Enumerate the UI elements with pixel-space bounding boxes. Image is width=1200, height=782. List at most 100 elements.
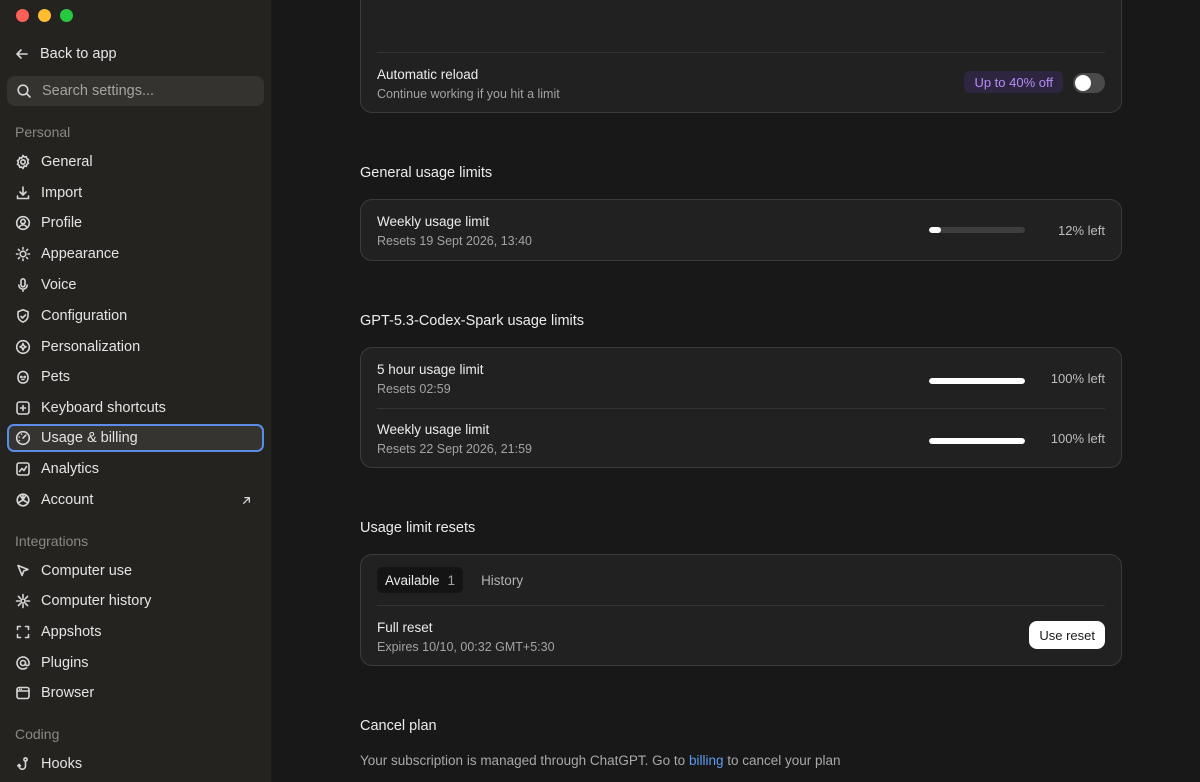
sidebar-item-analytics[interactable]: Analytics	[7, 455, 264, 483]
divider	[377, 52, 1105, 53]
cancel-text-before: Your subscription is managed through Cha…	[360, 753, 689, 768]
sidebar-item-plugins[interactable]: Plugins	[7, 649, 264, 677]
progress-fill	[929, 227, 941, 233]
resets-tabs: Available 1 History	[377, 567, 531, 593]
sidebar-item-account[interactable]: Account	[7, 486, 264, 514]
reset-expiry: Expires 10/10, 00:32 GMT+5:30	[377, 640, 555, 654]
settings-content: Automatic reload Continue working if you…	[272, 0, 1200, 782]
gear-icon	[15, 154, 31, 170]
microphone-icon	[15, 277, 31, 293]
minimize-window-button[interactable]	[38, 9, 51, 22]
sidebar-item-pets[interactable]: Pets	[7, 363, 264, 391]
keyboard-icon	[15, 400, 31, 416]
usage-progress-bar	[929, 378, 1025, 384]
sidebar-item-label: Analytics	[41, 461, 100, 477]
spark-limits-heading: GPT-5.3-Codex-Spark usage limits	[360, 313, 585, 329]
sidebar-item-label: Import	[41, 185, 83, 201]
progress-fill	[929, 438, 1025, 444]
limit-reset-time: Resets 19 Sept 2026, 13:40	[377, 234, 532, 248]
sidebar-item-usage-billing[interactable]: Usage & billing	[7, 424, 264, 452]
sidebar-item-keyboard-shortcuts[interactable]: Keyboard shortcuts	[7, 394, 264, 422]
burst-icon	[15, 593, 31, 609]
billing-link[interactable]: billing	[689, 753, 724, 768]
at-icon	[15, 655, 31, 671]
sidebar-item-label: Appearance	[41, 246, 120, 262]
back-label: Back to app	[40, 46, 117, 62]
sidebar-item-configuration[interactable]: Configuration	[7, 302, 264, 330]
auto-reload-card: Automatic reload Continue working if you…	[360, 0, 1122, 113]
reset-item-row: Full reset Expires 10/10, 00:32 GMT+5:30	[377, 620, 1105, 654]
sidebar-item-label: Browser	[41, 685, 95, 701]
percent-left: 100% left	[1050, 371, 1105, 386]
sun-icon	[15, 246, 31, 262]
sidebar-item-label: Computer use	[41, 563, 133, 579]
gauge-icon	[15, 430, 31, 446]
divider	[377, 605, 1105, 606]
sidebar-item-profile[interactable]: Profile	[7, 209, 264, 237]
sidebar-item-appshots[interactable]: Appshots	[7, 618, 264, 646]
settings-window: Back to app Search settings... Personal …	[0, 0, 1200, 782]
sidebar-item-appearance[interactable]: Appearance	[7, 240, 264, 268]
percent-left: 100% left	[1050, 431, 1105, 446]
sidebar-item-voice[interactable]: Voice	[7, 271, 264, 299]
search-icon	[16, 83, 32, 99]
arrow-left-icon	[14, 46, 30, 62]
divider	[377, 408, 1105, 409]
sidebar-item-computer-use[interactable]: Computer use	[7, 557, 264, 585]
auto-reload-toggle[interactable]	[1073, 73, 1105, 93]
sidebar-item-label: Usage & billing	[41, 430, 138, 446]
sidebar-item-label: Computer history	[41, 593, 152, 609]
openai-icon	[15, 492, 31, 508]
sidebar-item-personalization[interactable]: Personalization	[7, 333, 264, 361]
percent-left: 12% left	[1058, 223, 1105, 238]
tab-available[interactable]: Available 1	[377, 567, 464, 593]
hook-icon	[15, 756, 31, 772]
cancel-plan-description: Your subscription is managed through Cha…	[360, 753, 841, 768]
sidebar-item-browser[interactable]: Browser	[7, 679, 264, 707]
tab-count: 1	[447, 572, 456, 588]
tab-history[interactable]: History	[473, 567, 531, 593]
sidebar-item-hooks[interactable]: Hooks	[7, 750, 264, 778]
chart-icon	[15, 461, 31, 477]
reset-title: Full reset	[377, 620, 433, 635]
tab-label: History	[481, 572, 524, 588]
limit-title: Weekly usage limit	[377, 422, 490, 437]
toggle-knob	[1075, 75, 1091, 91]
sidebar-item-general[interactable]: General	[7, 148, 264, 176]
limit-title: 5 hour usage limit	[377, 362, 484, 377]
sidebar-item-label: Pets	[41, 369, 71, 385]
sidebar-item-label: Profile	[41, 215, 83, 231]
shield-icon	[15, 308, 31, 324]
section-label-personal: Personal	[15, 124, 71, 140]
sidebar: Back to app Search settings... Personal …	[0, 0, 272, 782]
cancel-text-after: to cancel your plan	[723, 753, 841, 768]
search-placeholder: Search settings...	[42, 83, 155, 99]
tab-label: Available	[385, 572, 440, 588]
close-window-button[interactable]	[16, 9, 29, 22]
sidebar-item-label: Keyboard shortcuts	[41, 400, 166, 416]
general-limits-heading: General usage limits	[360, 165, 493, 181]
sidebar-item-label: Account	[41, 492, 94, 508]
usage-progress-bar	[929, 438, 1025, 444]
user-circle-icon	[15, 215, 31, 231]
use-reset-button[interactable]: Use reset	[1029, 621, 1105, 649]
sidebar-item-label: Voice	[41, 277, 77, 293]
resets-heading: Usage limit resets	[360, 520, 476, 536]
back-to-app-button[interactable]: Back to app	[14, 43, 117, 65]
resets-card: Available 1 History Full reset Expires 1…	[360, 554, 1122, 666]
sparkle-circle-icon	[15, 339, 31, 355]
cancel-plan-heading: Cancel plan	[360, 718, 437, 734]
window-controls	[16, 9, 73, 22]
sidebar-item-computer-history[interactable]: Computer history	[7, 587, 264, 615]
sidebar-item-label: Plugins	[41, 655, 89, 671]
discount-badge: Up to 40% off	[964, 71, 1063, 93]
sidebar-item-import[interactable]: Import	[7, 179, 264, 207]
zoom-window-button[interactable]	[60, 9, 73, 22]
usage-progress-bar	[929, 227, 1025, 233]
spark-limits-card: 5 hour usage limit Resets 02:59 100% lef…	[360, 347, 1122, 468]
sidebar-item-label: Hooks	[41, 756, 83, 772]
frame-icon	[15, 624, 31, 640]
search-settings-input[interactable]: Search settings...	[7, 76, 264, 106]
sidebar-item-label: Configuration	[41, 308, 128, 324]
download-icon	[15, 185, 31, 201]
